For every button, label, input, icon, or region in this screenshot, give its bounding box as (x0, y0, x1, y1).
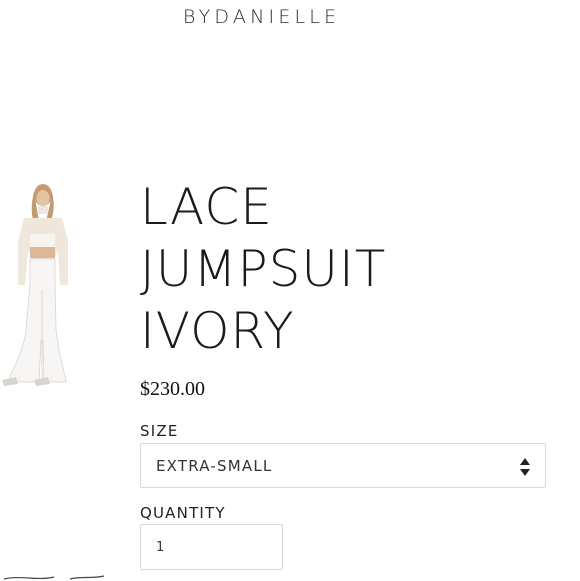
quantity-label: QUANTITY (140, 504, 226, 522)
quantity-value: 1 (156, 539, 165, 555)
product-image[interactable] (0, 180, 78, 392)
updown-arrows-icon (520, 458, 530, 476)
product-title-line: IVORY (140, 302, 295, 360)
quantity-input[interactable]: 1 (140, 524, 283, 570)
product-price: $230.00 (140, 378, 205, 400)
brand-wordmark[interactable]: BYDANIELLE (183, 6, 340, 28)
size-select[interactable]: EXTRA-SMALL (140, 443, 546, 488)
product-title-line: LACE (140, 178, 273, 236)
product-title-line: JUMPSUIT (140, 240, 387, 298)
size-label: SIZE (140, 422, 179, 440)
product-title: LACE JUMPSUIT IVORY (140, 176, 560, 362)
size-select-value: EXTRA-SMALL (156, 456, 273, 475)
